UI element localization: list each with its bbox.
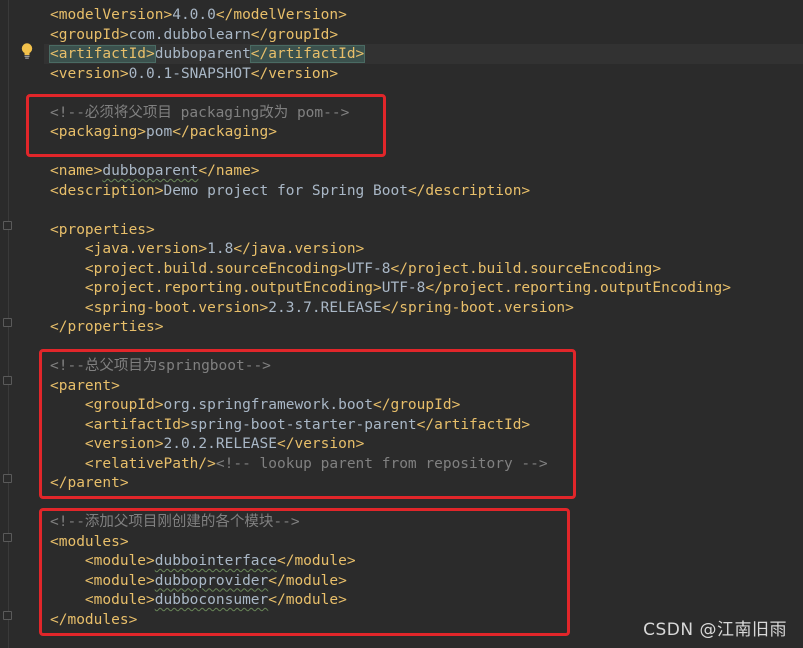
code-token: Demo project for Spring Boot: [163, 182, 408, 199]
code-line[interactable]: <modelVersion>4.0.0</modelVersion>: [50, 5, 347, 25]
code-token: 2.3.7.RELEASE: [268, 299, 382, 316]
intention-bulb-icon[interactable]: [20, 42, 34, 60]
code-token: </modelVersion>: [215, 7, 347, 23]
code-token: <version>: [50, 65, 129, 82]
code-token: <artifactId>: [49, 45, 156, 63]
code-line[interactable]: <version>0.0.1-SNAPSHOT</version>: [50, 64, 338, 84]
text-caret: [364, 46, 366, 62]
code-token: </name>: [198, 163, 260, 179]
code-line[interactable]: <project.build.sourceEncoding>UTF-8</pro…: [50, 259, 661, 279]
code-token: UTF-8: [381, 280, 426, 296]
code-line[interactable]: <name>dubboparent</name>: [50, 161, 260, 181]
code-token: <project.reporting.outputEncoding>: [84, 280, 382, 296]
code-token: UTF-8: [346, 260, 391, 277]
annotation-box-modules: [39, 508, 570, 636]
code-token: 4.0.0: [172, 7, 216, 23]
fold-marker-icon[interactable]: [3, 533, 12, 542]
code-token: <spring-boot.version>: [84, 299, 269, 316]
code-line[interactable]: <project.reporting.outputEncoding>UTF-8<…: [50, 278, 731, 298]
code-token: <java.version>: [84, 241, 208, 257]
code-token: <modelVersion>: [50, 7, 173, 23]
code-token: <name>: [50, 163, 103, 179]
code-token: <project.build.sourceEncoding>: [84, 260, 347, 277]
code-token: </groupId>: [250, 26, 339, 43]
annotation-box-parent: [39, 349, 576, 499]
code-line[interactable]: <description>Demo project for Spring Boo…: [50, 181, 530, 201]
code-token: </project.build.sourceEncoding>: [390, 260, 662, 277]
code-token: </spring-boot.version>: [381, 299, 574, 316]
code-line[interactable]: <artifactId>dubboparent</artifactId>: [44, 44, 803, 64]
fold-marker-icon[interactable]: [3, 318, 12, 327]
code-token: <groupId>: [50, 26, 129, 43]
watermark: CSDN @江南旧雨: [643, 620, 787, 640]
code-token: 1.8: [207, 241, 234, 257]
code-token: </java.version>: [233, 241, 365, 257]
code-token: </artifactId>: [249, 45, 366, 63]
code-line[interactable]: <spring-boot.version>2.3.7.RELEASE</spri…: [50, 298, 574, 318]
code-token: com.dubbolearn: [128, 26, 251, 43]
code-token: <properties>: [50, 221, 155, 238]
code-line[interactable]: <properties>: [50, 220, 155, 240]
fold-marker-icon[interactable]: [3, 221, 12, 230]
code-token: dubboparent: [102, 163, 199, 179]
code-token: </description>: [407, 182, 531, 199]
code-token: 0.0.1-SNAPSHOT: [128, 65, 251, 82]
code-line[interactable]: <java.version>1.8</java.version>: [50, 239, 364, 259]
code-token: </project.reporting.outputEncoding>: [425, 280, 731, 296]
code-token: </properties>: [50, 319, 164, 335]
code-editor[interactable]: <modelVersion>4.0.0</modelVersion> <group…: [0, 0, 803, 648]
code-line[interactable]: <groupId>com.dubbolearn</groupId>: [50, 25, 338, 45]
code-token: </version>: [250, 65, 339, 82]
fold-marker-icon[interactable]: [3, 474, 12, 483]
code-token: dubboparent: [154, 46, 251, 62]
fold-marker-icon[interactable]: [3, 611, 12, 620]
annotation-box-packaging: [26, 94, 386, 157]
code-token: <description>: [50, 182, 164, 199]
code-line[interactable]: </properties>: [50, 317, 164, 337]
fold-marker-icon[interactable]: [3, 376, 12, 385]
